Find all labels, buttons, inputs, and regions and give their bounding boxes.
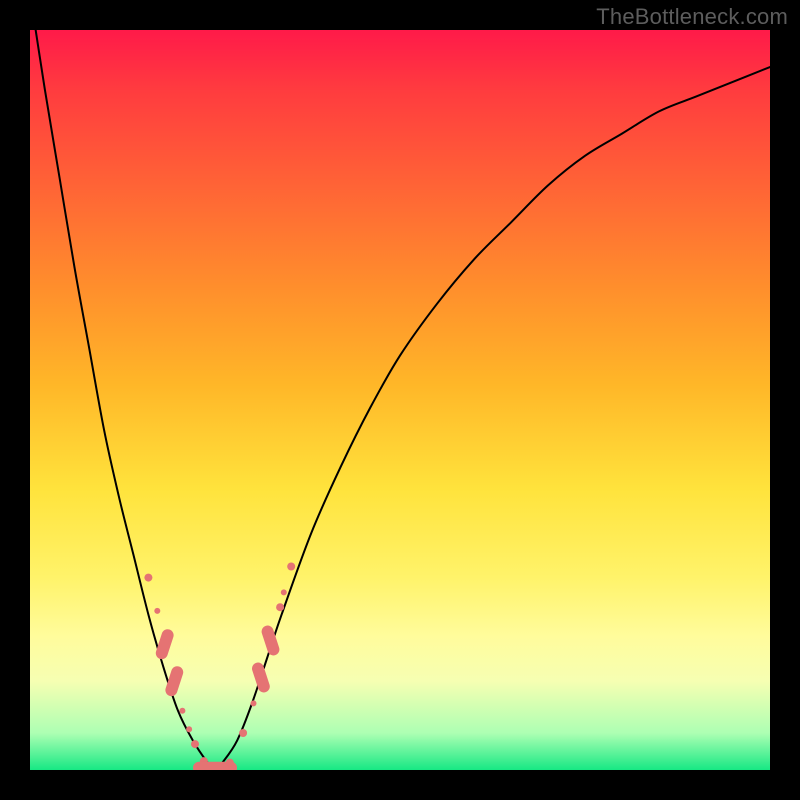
watermark-label: TheBottleneck.com [596,4,788,30]
data-marker-pill [260,624,281,657]
chart-svg [30,30,770,770]
data-marker [186,726,192,732]
plot-area [30,30,770,770]
data-marker [179,708,185,714]
data-marker [154,608,160,614]
data-marker [287,563,295,571]
bottleneck-curve [30,30,770,770]
data-markers [144,563,295,771]
data-marker-pill [250,661,271,694]
data-marker [144,574,152,582]
chart-frame: TheBottleneck.com [0,0,800,800]
data-marker [191,740,199,748]
data-marker [281,589,287,595]
data-marker [239,729,247,737]
data-marker [251,700,257,706]
data-marker [226,759,234,767]
data-marker [276,603,284,611]
